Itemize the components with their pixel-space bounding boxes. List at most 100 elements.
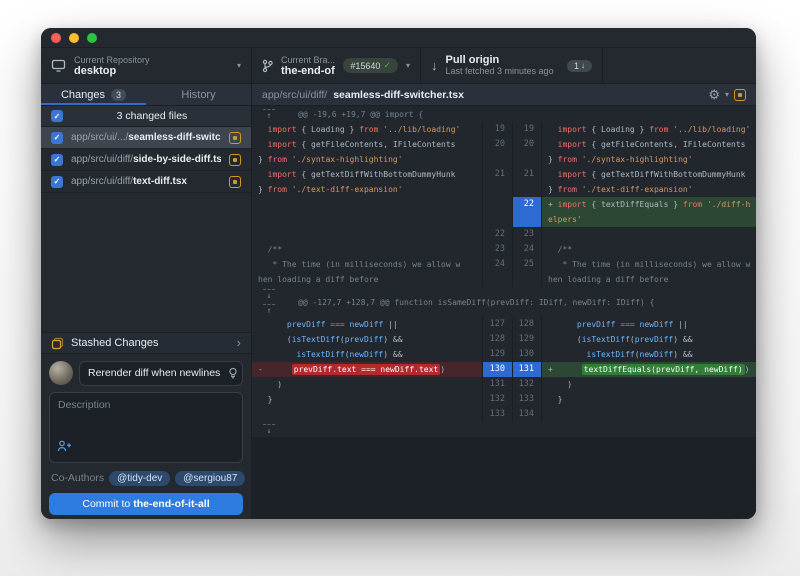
commit-summary-input[interactable] [79, 361, 243, 386]
hunk-header-text: @@ -127,7 +128,7 @@ function isSameDiff(… [298, 298, 654, 307]
file-row[interactable]: ✓app/src/ui/diff/side-by-side-diff.tsx [41, 149, 251, 171]
computer-icon [51, 59, 66, 72]
coauthor-pill[interactable]: @tidy-dev [109, 471, 170, 486]
diff-row: isTextDiff(newDiff) &&129130 isTextDiff(… [252, 347, 756, 362]
diff-row: )131132 ) [252, 377, 756, 392]
line-number: 21 [512, 167, 542, 197]
check-icon: ✓ [383, 60, 391, 71]
line-number: 132 [482, 392, 512, 407]
expand-hunk-up-icon[interactable]: ↑ [260, 106, 278, 122]
code-cell: import { getTextDiffWithBottomDummyHunk}… [542, 167, 756, 197]
coauthors-label: Co-Authors [51, 472, 104, 484]
tab-history[interactable]: History [146, 84, 251, 105]
changed-files-count: 3 changed files [63, 110, 241, 122]
line-number[interactable]: 22 [512, 197, 542, 227]
lightbulb-icon[interactable] [228, 367, 238, 385]
line-number: 21 [482, 167, 512, 197]
stashed-changes-row[interactable]: Stashed Changes › [41, 332, 251, 354]
code-cell [252, 407, 482, 422]
coauthor-pills: @tidy-dev @sergiou87 [109, 471, 245, 486]
expand-hunk-up-icon[interactable]: ↑ [260, 302, 278, 317]
diff-row: prevDiff === newDiff ||127128 prevDiff =… [252, 317, 756, 332]
repository-switcher-button[interactable]: Current Repository desktop ▾ [41, 48, 252, 83]
file-path: app/src/ui/diff/text-diff.tsx [71, 176, 221, 187]
line-number: 129 [482, 347, 512, 362]
branch-switcher-button[interactable]: Current Bra... the-end-of... #15640 ✓ ▾ [252, 48, 421, 83]
diff-row: import { Loading } from '../lib/loading'… [252, 122, 756, 137]
expand-hunk-down-icon[interactable]: ↓ [260, 287, 278, 302]
diff-file-header: app/src/ui/diff/seamless-diff-switcher.t… [252, 84, 756, 105]
code-cell: ) [542, 377, 756, 392]
code-cell [252, 197, 482, 227]
line-number: 24 [512, 242, 542, 257]
diff-hunk-header: ↑ @@ -19,6 +19,7 @@ import { [252, 106, 756, 122]
commit-form: Co-Authors @tidy-dev @sergiou87 Commit to… [41, 354, 251, 519]
code-cell: + import { textDiffEquals } from './diff… [542, 197, 756, 227]
code-cell: (isTextDiff(prevDiff) && [542, 332, 756, 347]
code-cell: } [542, 392, 756, 407]
file-row[interactable]: ✓ app/src/ui/diff/text-diff.tsx [41, 171, 251, 193]
gear-icon[interactable]: ⚙ [708, 88, 720, 101]
chevron-down-icon[interactable]: ▾ [725, 90, 729, 99]
coauthor-pill[interactable]: @sergiou87 [175, 471, 245, 486]
commits-behind-badge: 1 ↓ [567, 60, 592, 72]
line-number[interactable]: 131 [512, 362, 542, 377]
code-cell: prevDiff === newDiff || [252, 317, 482, 332]
code-cell: isTextDiff(newDiff) && [542, 347, 756, 362]
toolbar-spacer [603, 48, 756, 83]
file-checkbox[interactable]: ✓ [51, 154, 63, 166]
maximize-window-button[interactable] [87, 33, 97, 43]
modified-status-icon [229, 176, 241, 188]
line-number: 19 [482, 122, 512, 137]
code-cell: (isTextDiff(prevDiff) && [252, 332, 482, 347]
code-cell: } [252, 392, 482, 407]
repository-name: desktop [74, 66, 229, 77]
stashed-changes-label: Stashed Changes [71, 337, 158, 349]
diff-row: import { getFileContents, IFileContents}… [252, 137, 756, 167]
select-all-checkbox[interactable]: ✓ [51, 110, 63, 122]
pull-origin-button[interactable]: ↓ Pull origin Last fetched 3 minutes ago… [421, 48, 603, 83]
line-number: 132 [512, 377, 542, 392]
line-number: 25 [512, 257, 542, 287]
expand-hunk-down-icon[interactable]: ↓ [260, 422, 278, 437]
code-cell: import { Loading } from '../lib/loading' [252, 122, 482, 137]
file-checkbox[interactable]: ✓ [51, 132, 63, 144]
add-coauthor-icon[interactable] [57, 439, 72, 457]
chevron-down-icon: ▾ [237, 61, 241, 70]
pull-request-badge[interactable]: #15640 ✓ [343, 58, 398, 73]
tab-changes[interactable]: Changes 3 [41, 84, 146, 105]
modified-status-icon [229, 132, 241, 144]
diff-file-path: app/src/ui/diff/ [262, 89, 327, 101]
diff-empty-area [252, 437, 756, 519]
commit-button-prefix: Commit to [82, 498, 130, 510]
file-checkbox[interactable]: ✓ [51, 176, 63, 188]
line-number: 133 [512, 392, 542, 407]
select-all-files-row[interactable]: ✓ 3 changed files [41, 106, 251, 127]
commits-behind-count: 1 [574, 61, 579, 71]
arrow-down-icon: ↓ [581, 61, 585, 70]
subheader: Changes 3 History app/src/ui/diff/seamle… [41, 84, 756, 106]
branch-name: the-end-of... [281, 66, 335, 77]
chevron-right-icon: › [237, 337, 241, 349]
tab-changes-label: Changes [61, 89, 105, 101]
line-number: 19 [512, 122, 542, 137]
pull-origin-subtitle: Last fetched 3 minutes ago [446, 66, 559, 77]
modified-status-icon [229, 154, 241, 166]
diff-row: (isTextDiff(prevDiff) &&128129 (isTextDi… [252, 332, 756, 347]
code-cell: /** [542, 242, 756, 257]
tab-history-label: History [181, 89, 215, 101]
code-cell: isTextDiff(newDiff) && [252, 347, 482, 362]
hunk-header-text: @@ -19,6 +19,7 @@ import { [298, 110, 423, 119]
commit-description-box [49, 392, 243, 463]
line-number[interactable]: 130 [482, 362, 512, 377]
line-number: 24 [482, 257, 512, 287]
file-row[interactable]: ✓app/src/ui/.../seamless-diff-switcher.t… [41, 127, 251, 149]
line-number [482, 197, 512, 227]
minimize-window-button[interactable] [69, 33, 79, 43]
pull-request-number: #15640 [350, 61, 380, 71]
sidebar-tabs: Changes 3 History [41, 84, 252, 105]
repository-label: Current Repository [74, 55, 229, 66]
close-window-button[interactable] [51, 33, 61, 43]
commit-button[interactable]: Commit to the-end-of-it-all [49, 493, 243, 515]
commit-description-input[interactable] [50, 393, 242, 443]
